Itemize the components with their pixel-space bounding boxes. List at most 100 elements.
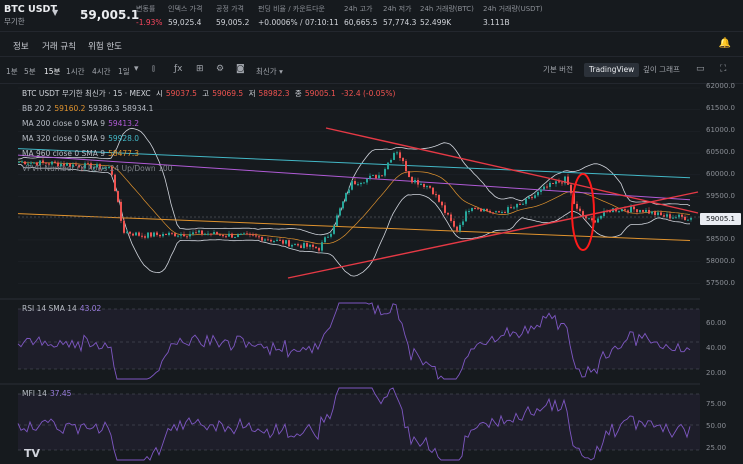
bell-icon[interactable]: 🔔 (719, 38, 731, 49)
candle-body (147, 232, 149, 238)
candle-body (339, 208, 341, 216)
candle-body (396, 152, 398, 154)
interval-5m[interactable]: 5분 (24, 66, 36, 77)
candle-body (546, 186, 548, 188)
lower-trendline (287, 191, 699, 279)
interval-4h[interactable]: 4시간 (92, 66, 111, 77)
view-basic[interactable]: 기본 버전 (538, 63, 578, 77)
candle-body (534, 195, 536, 198)
stat-change: 변동률 -1.93% (136, 5, 163, 27)
stat-index-price: 인덱스 가격 59,025.4 (168, 5, 203, 27)
upper-trendline (325, 127, 699, 214)
candle-body (243, 233, 245, 235)
latest-price-dropdown[interactable]: 최신가 ▾ (256, 66, 283, 77)
candle-body (294, 244, 296, 246)
ma200-legend[interactable]: MA 200 close 0 SMA 9 59413.2 (22, 119, 142, 128)
candle-body (171, 232, 173, 234)
candle-body (201, 230, 203, 235)
candle-body (129, 231, 131, 234)
candle-body (378, 175, 380, 179)
candle-body (438, 194, 440, 202)
candle-body (216, 232, 218, 235)
rsi-axis-label: 20.00 (706, 369, 727, 377)
candle-body (624, 209, 626, 211)
candle-body (405, 161, 407, 172)
candle-body (321, 242, 323, 251)
candle-body (447, 212, 449, 215)
price-axis-label: 60000.0 (706, 170, 735, 178)
candle-body (363, 182, 365, 184)
candle-body (489, 210, 491, 213)
candle-body (18, 161, 20, 163)
candle-body (165, 233, 167, 236)
candle-body (132, 233, 134, 236)
symbol-name[interactable]: BTC USDT (4, 4, 57, 15)
indicator-icon[interactable]: ƒx (174, 64, 183, 74)
current-price-tag: 59005.1 (700, 213, 741, 225)
tab-trading-rules[interactable]: 거래 규칙 (42, 40, 76, 52)
camera-icon[interactable]: ◙ (236, 64, 245, 74)
candle-body (183, 234, 185, 237)
rsi-legend[interactable]: RSI 14 SMA 14 43.02 (22, 304, 104, 313)
candle-type-icon[interactable]: ⫾ (152, 64, 155, 74)
fullscreen-icon[interactable]: ⛶ (720, 64, 726, 74)
candle-body (681, 214, 683, 217)
candle-body (213, 232, 215, 235)
candle-body (138, 232, 140, 236)
candle-body (357, 184, 359, 186)
tab-info[interactable]: 정보 (13, 40, 29, 52)
candle-body (162, 233, 164, 237)
grid-lines (18, 87, 700, 284)
candle-body (186, 236, 188, 238)
candle-body (666, 214, 668, 217)
ma320-legend[interactable]: MA 320 close 0 SMA 9 59928.0 (22, 134, 142, 143)
rsi-band (18, 309, 700, 369)
candle-body (240, 233, 242, 235)
candle-body (402, 157, 404, 162)
candle-body (630, 206, 632, 213)
candle-body (474, 207, 476, 209)
candle-body (528, 197, 530, 199)
chevron-down-icon[interactable]: ▾ (134, 64, 139, 74)
candle-body (513, 207, 515, 209)
candle-body (351, 181, 353, 190)
price-axis-label: 58000.0 (706, 257, 735, 265)
tab-risk-limit[interactable]: 위험 한도 (88, 40, 122, 52)
interval-15m[interactable]: 15분 (44, 66, 60, 77)
ma960-legend[interactable]: MA 960 close 0 SMA 9 58477.3 (22, 149, 142, 158)
tradingview-logo: TV (24, 447, 41, 460)
template-icon[interactable]: ⊞ (196, 64, 204, 74)
price-axis-label: 61000.0 (706, 126, 735, 134)
interval-1m[interactable]: 1분 (6, 66, 18, 77)
candle-body (456, 226, 458, 231)
bb-legend[interactable]: BB 20 2 59160.2 59386.3 58934.1 (22, 104, 156, 113)
interval-1h[interactable]: 1시간 (66, 66, 85, 77)
chevron-down-icon[interactable]: ▼ (52, 8, 58, 17)
candle-body (360, 182, 362, 185)
settings-icon[interactable]: ⚙ (216, 64, 224, 74)
candle-body (141, 235, 143, 237)
candle-body (645, 210, 647, 212)
candle-body (207, 233, 209, 235)
bb-basis (17, 161, 691, 245)
candle-body (135, 232, 137, 236)
vpvr-legend[interactable]: VPVR Number Of Rows 24 Up/Down 100 (22, 164, 172, 173)
rsi-axis-label: 60.00 (706, 319, 727, 327)
candle-body (336, 215, 338, 226)
candle-body (261, 237, 263, 241)
candle-body (126, 231, 128, 233)
mfi-legend[interactable]: MFI 14 37.45 (22, 389, 74, 398)
view-tradingview[interactable]: TradingView (584, 63, 640, 77)
candle-body (510, 207, 512, 209)
chart-area[interactable]: BTC USDT 무기한 최신가 · 15 · MEXC 시 59037.5 고5… (0, 82, 743, 464)
interval-1d[interactable]: 1일 (118, 66, 130, 77)
candle-body (471, 207, 473, 211)
candle-body (690, 217, 692, 220)
candle-body (279, 239, 281, 241)
candle-body (315, 246, 317, 249)
candle-body (465, 211, 467, 222)
candle-body (393, 153, 395, 160)
layout-icon[interactable]: ▭ (696, 64, 705, 74)
view-depth-chart[interactable]: 깊이 그래프 (638, 63, 685, 77)
candle-body (621, 209, 623, 212)
